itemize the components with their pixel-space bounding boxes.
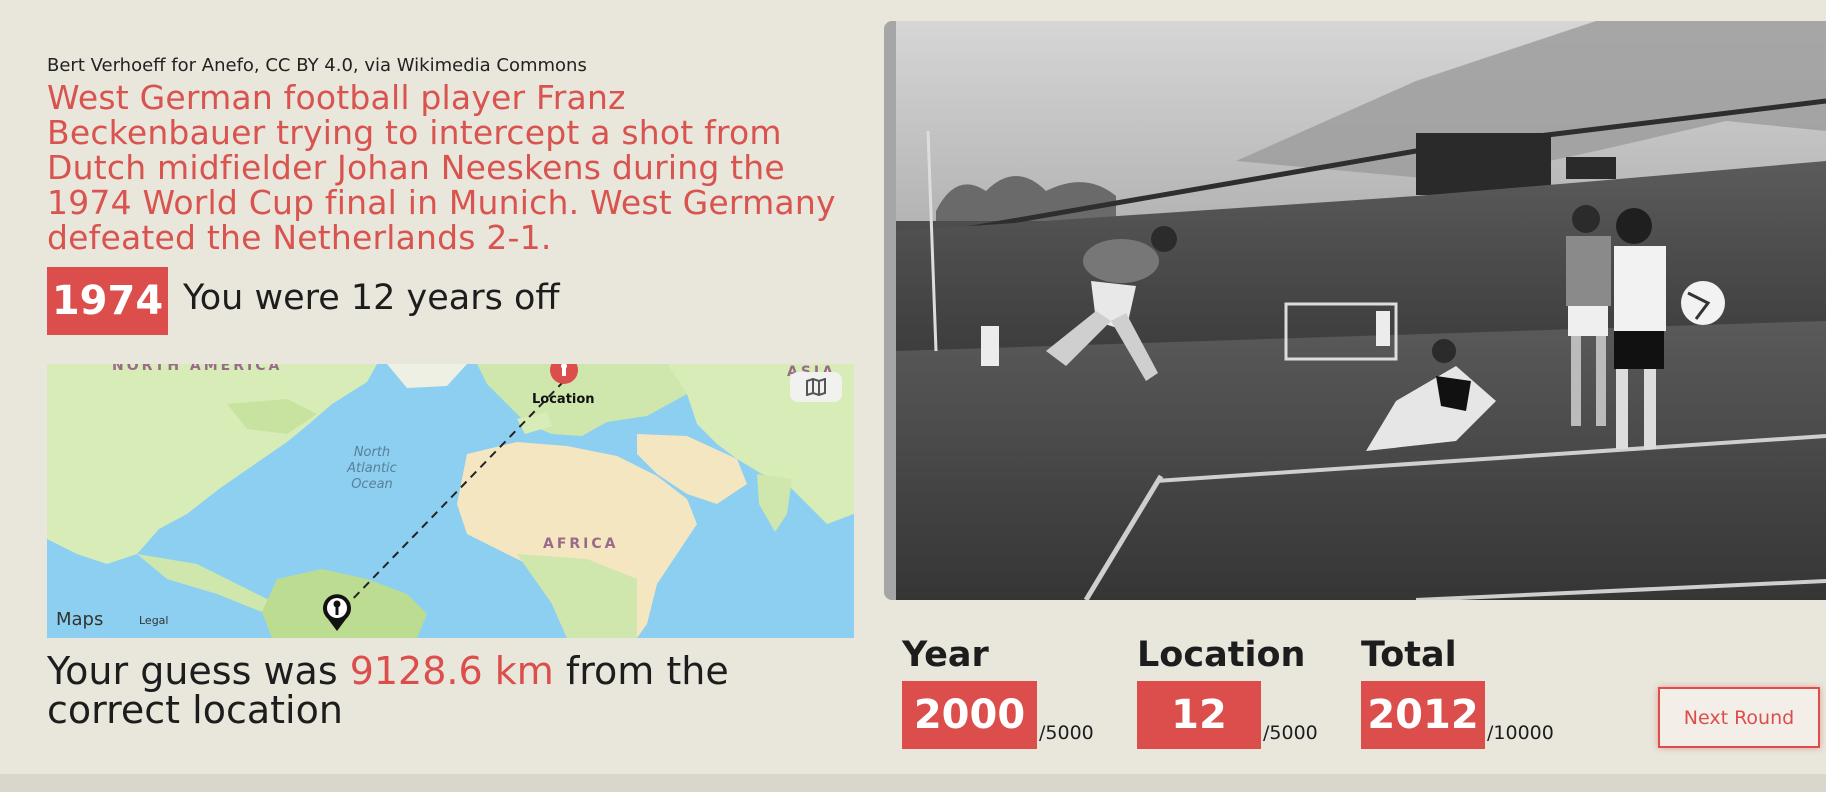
year-difference-text: You were 12 years off: [183, 278, 560, 318]
guess-pin[interactable]: [320, 593, 354, 633]
location-score-label: Location: [1137, 635, 1306, 675]
distance-value: 9128.6 km: [349, 649, 554, 693]
map-label-ocean: North Atlantic Ocean: [347, 445, 397, 492]
map-label-africa: AFRICA: [543, 536, 619, 552]
location-score-value: 12: [1137, 681, 1261, 749]
maps-logo: Maps: [56, 609, 104, 630]
map-label-north-america: NORTH AMERICA: [112, 364, 283, 374]
year-score-max: /5000: [1039, 722, 1094, 744]
round-photo: [896, 21, 1826, 600]
map-canvas: [47, 364, 854, 638]
total-score-label: Total: [1361, 635, 1457, 675]
distance-result: Your guess was 9128.6 km from the correc…: [47, 649, 729, 732]
total-score-max: /10000: [1487, 722, 1554, 744]
year-score-value: 2000: [902, 681, 1037, 749]
year-score-label: Year: [902, 635, 989, 675]
bottom-strip: [0, 774, 1826, 792]
photo-caption: West German football player Franz Becken…: [47, 78, 836, 257]
map-type-button[interactable]: [790, 372, 842, 402]
location-score-max: /5000: [1263, 722, 1318, 744]
photo-image: [896, 21, 1826, 600]
photo-credit: Bert Verhoeff for Anefo, CC BY 4.0, via …: [47, 55, 587, 76]
result-map[interactable]: NORTH AMERICA ASIA AFRICA North Atlantic…: [47, 364, 854, 638]
next-round-button[interactable]: Next Round: [1658, 687, 1820, 748]
total-score-value: 2012: [1361, 681, 1485, 749]
location-pin-label: Location: [532, 392, 595, 407]
map-icon: [806, 378, 826, 396]
correct-location-pin[interactable]: [547, 364, 581, 390]
correct-year-badge: 1974: [47, 267, 168, 335]
map-legal-link[interactable]: Legal: [139, 614, 168, 627]
